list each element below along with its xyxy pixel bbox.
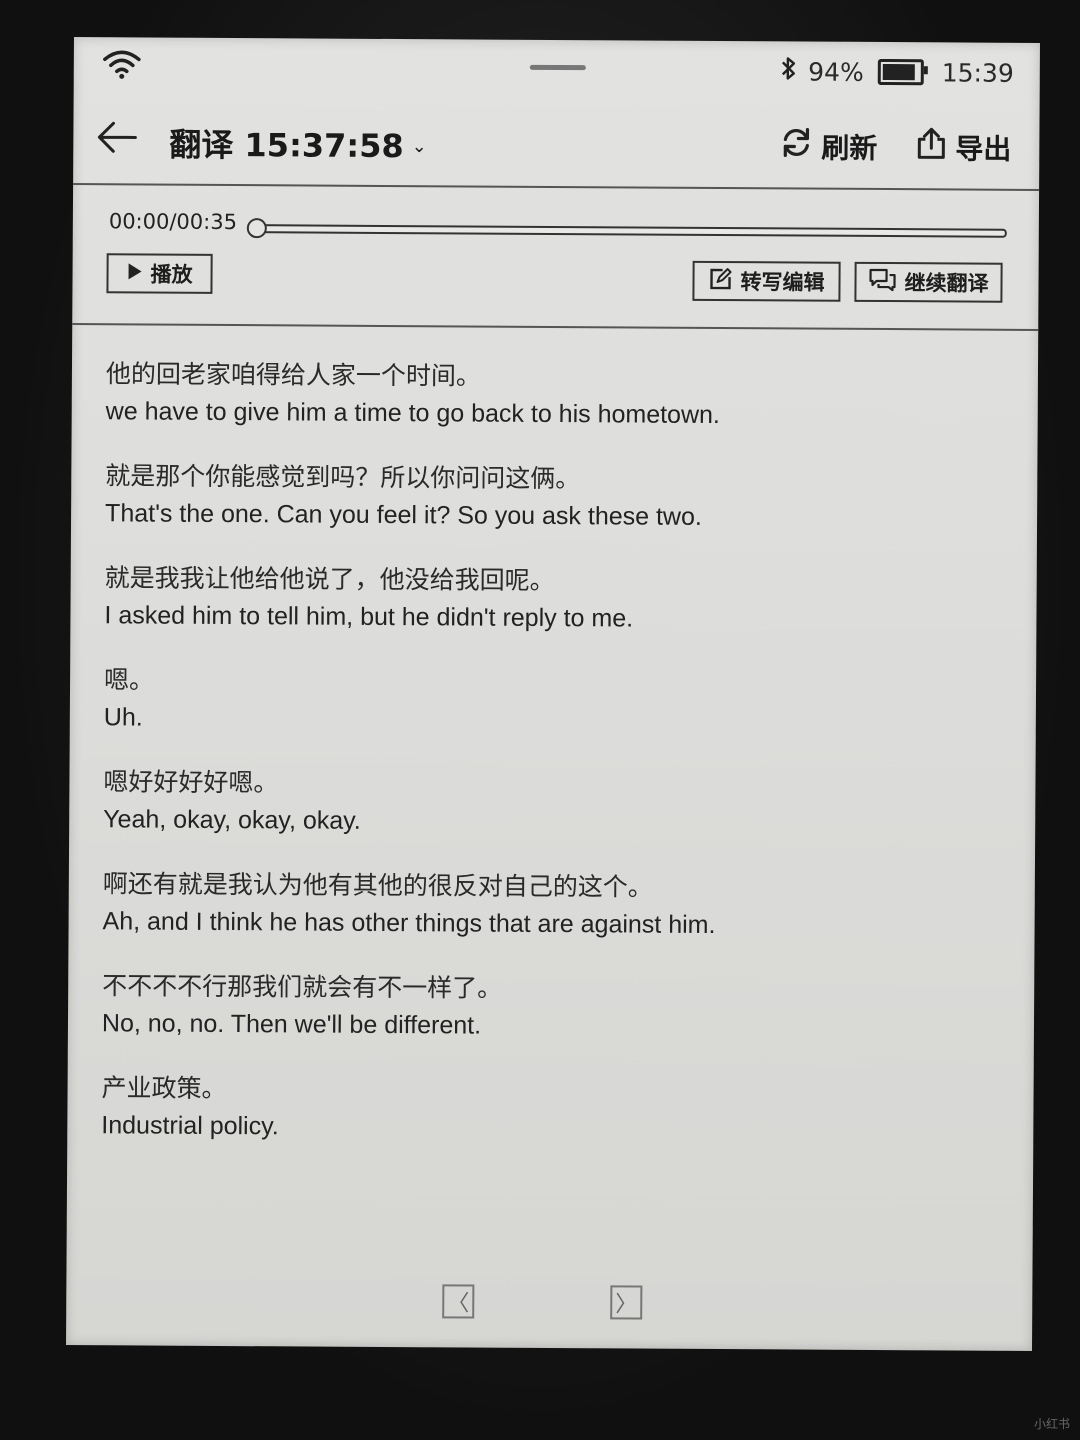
edit-icon bbox=[708, 266, 732, 295]
back-arrow-icon[interactable] bbox=[95, 117, 139, 161]
chevron-right-icon: 〉 bbox=[615, 1292, 638, 1318]
watermark: 小红书 bbox=[1033, 1417, 1070, 1431]
status-indicators: 94% 15:39 bbox=[780, 55, 1014, 88]
english-text: Ah, and I think he has other things that… bbox=[102, 907, 716, 939]
continue-translate-button[interactable]: 继续翻译 bbox=[854, 261, 1003, 303]
continue-translate-label: 继续翻译 bbox=[904, 271, 989, 296]
status-bar: 94% 15:39 bbox=[74, 37, 1040, 103]
bluetooth-icon bbox=[780, 55, 798, 87]
english-text: Yeah, okay, okay, okay. bbox=[103, 805, 361, 835]
export-button[interactable]: 导出 bbox=[915, 126, 1011, 168]
chinese-text: 啊还有就是我认为他有其他的很反对自己的这个。 bbox=[102, 869, 653, 902]
transcript-list: 他的回老家咱得给人家一个时间。 we have to give him a ti… bbox=[101, 355, 1008, 1176]
battery-level bbox=[882, 64, 915, 81]
export-icon bbox=[915, 126, 947, 167]
english-text: I asked him to tell him, but he didn't r… bbox=[104, 601, 634, 633]
wifi-icon bbox=[102, 49, 142, 83]
next-page-button[interactable]: 〉 bbox=[610, 1285, 643, 1320]
english-text: Industrial policy. bbox=[101, 1111, 279, 1141]
drag-handle[interactable] bbox=[529, 64, 586, 71]
english-text: No, no, no. Then we'll be different. bbox=[101, 1009, 482, 1040]
transcript-entry: 就是我我让他给他说了，他没给我回呢。 I asked him to tell h… bbox=[104, 559, 1006, 639]
transcript-entry: 嗯。 Uh. bbox=[104, 661, 1006, 741]
chinese-text: 就是那个你能感觉到吗？所以你问问这俩。 bbox=[105, 461, 581, 494]
progress-handle[interactable] bbox=[246, 218, 267, 239]
chat-icon bbox=[868, 267, 896, 296]
audio-player: 00:00/00:35 播放 转写编辑 继续翻译 bbox=[72, 185, 1040, 331]
chinese-text: 就是我我让他给他说了，他没给我回呢。 bbox=[104, 563, 555, 596]
transcript-entry: 产业政策。 Industrial policy. bbox=[101, 1069, 1003, 1149]
chinese-text: 他的回老家咱得给人家一个时间。 bbox=[105, 359, 482, 391]
refresh-icon bbox=[779, 125, 813, 166]
chevron-left-icon: 〈 bbox=[447, 1291, 470, 1317]
english-text: we have to give him a time to go back to… bbox=[105, 397, 721, 430]
e-reader-screen: 94% 15:39 翻译 15:37:58 ⌄ 刷新 导出 00:00/00:3… bbox=[66, 37, 1040, 1351]
english-text: That's the one. Can you feel it? So you … bbox=[105, 499, 702, 531]
title-bar: 翻译 15:37:58 ⌄ 刷新 导出 bbox=[73, 101, 1040, 191]
play-label: 播放 bbox=[150, 262, 193, 287]
previous-page-button[interactable]: 〈 bbox=[442, 1284, 475, 1319]
play-button[interactable]: 播放 bbox=[106, 253, 213, 294]
chinese-text: 不不不不行那我们就会有不一样了。 bbox=[102, 971, 503, 1003]
page-title[interactable]: 翻译 15:37:58 ⌄ bbox=[169, 120, 427, 168]
battery-percent: 94% bbox=[808, 57, 864, 87]
clock-time: 15:39 bbox=[941, 57, 1014, 88]
export-label: 导出 bbox=[955, 131, 1012, 166]
chevron-down-icon: ⌄ bbox=[411, 135, 427, 157]
chinese-text: 嗯好好好好嗯。 bbox=[103, 767, 279, 798]
chinese-text: 嗯。 bbox=[103, 665, 155, 695]
title-text: 翻译 15:37:58 bbox=[169, 125, 404, 166]
transcript-edit-button[interactable]: 转写编辑 bbox=[692, 260, 841, 302]
english-text: Uh. bbox=[103, 703, 143, 732]
transcript-entry: 啊还有就是我认为他有其他的很反对自己的这个。 Ah, and I think h… bbox=[102, 865, 1004, 945]
transcript-edit-label: 转写编辑 bbox=[740, 270, 825, 295]
refresh-label: 刷新 bbox=[821, 131, 878, 165]
transcript-entry: 他的回老家咱得给人家一个时间。 we have to give him a ti… bbox=[106, 355, 1008, 435]
playback-time: 00:00/00:35 bbox=[108, 209, 238, 235]
battery-icon bbox=[877, 58, 924, 86]
transcript-entry: 嗯好好好好嗯。 Yeah, okay, okay, okay. bbox=[103, 763, 1005, 843]
transcript-entry: 不不不不行那我们就会有不一样了。 No, no, no. Then we'll … bbox=[102, 967, 1004, 1047]
play-icon bbox=[126, 261, 142, 285]
transcript-entry: 就是那个你能感觉到吗？所以你问问这俩。 That's the one. Can … bbox=[105, 457, 1007, 537]
progress-slider[interactable] bbox=[250, 224, 1007, 238]
refresh-button[interactable]: 刷新 bbox=[779, 125, 877, 167]
chinese-text: 产业政策。 bbox=[101, 1073, 227, 1104]
